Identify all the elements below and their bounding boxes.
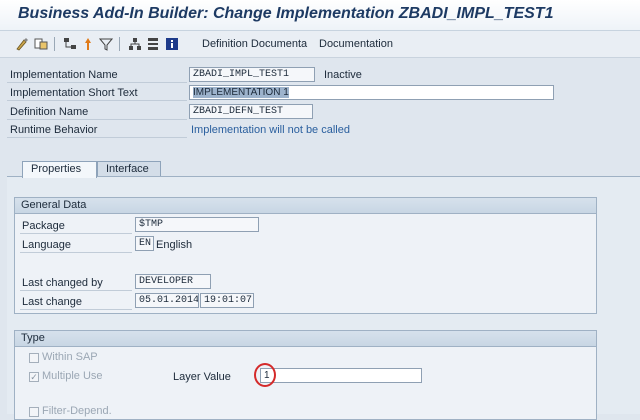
last-change-time-field: 19:01:07 [200,293,254,308]
window-title: Business Add-In Builder: Change Implemen… [18,5,554,22]
last-changed-by-label: Last changed by [22,277,103,289]
layer-value-input[interactable]: 1 [260,368,422,383]
implementation-status: Inactive [324,69,362,81]
row-divider [20,309,132,310]
hierarchy-icon[interactable] [62,36,78,52]
info-icon[interactable] [164,36,180,52]
language-code-field[interactable]: EN [135,236,154,251]
layer-value-label: Layer Value [173,371,231,383]
tab-interface[interactable]: Interface [97,161,161,177]
package-label: Package [22,220,65,232]
row-divider [7,137,187,138]
multiple-use-checkbox[interactable]: ✓ [29,372,39,382]
short-text-input[interactable]: IMPLEMENTATION 1 [189,85,554,100]
short-text-value: IMPLEMENTATION 1 [193,87,289,98]
row-divider [20,233,132,234]
row-divider [20,252,132,253]
runtime-behavior-value: Implementation will not be called [191,124,350,136]
definition-documentation-button[interactable]: Definition Documenta [202,38,307,50]
within-sap-label: Within SAP [42,351,98,363]
short-text-label: Implementation Short Text [10,87,138,99]
general-data-title: General Data [15,198,596,214]
filter-depend-checkbox[interactable] [29,407,39,417]
highlight-circle [254,363,276,387]
last-change-label: Last change [22,296,82,308]
package-field[interactable]: $TMP [135,217,259,232]
row-divider [7,82,187,83]
general-data-group: General Data [14,197,597,314]
multiple-use-label: Multiple Use [42,370,103,382]
structure-icon[interactable] [145,36,161,52]
row-divider [20,290,132,291]
language-name: English [156,239,193,251]
documentation-button[interactable]: Documentation [319,38,393,50]
runtime-behavior-label: Runtime Behavior [10,124,98,136]
tab-properties[interactable]: Properties [22,161,97,178]
display-change-icon[interactable] [14,36,30,52]
last-change-date-field: 05.01.2014 [135,293,199,308]
activate-icon[interactable] [80,36,96,52]
implementation-name-label: Implementation Name [10,69,118,81]
title-bar: Business Add-In Builder: Change Implemen… [0,0,640,31]
filter-depend-label: Filter-Depend. [42,405,112,417]
application-toolbar: Definition Documenta Documentation [0,31,640,58]
within-sap-checkbox[interactable] [29,353,39,363]
definition-name-label: Definition Name [10,106,89,118]
language-label: Language [22,239,71,251]
filter-icon[interactable] [98,36,114,52]
object-list-icon[interactable] [33,36,49,52]
row-divider [7,119,187,120]
row-divider [7,100,187,101]
toolbar-separator [119,37,120,51]
last-changed-by-field: DEVELOPER [135,274,211,289]
definition-name-field[interactable]: ZBADI_DEFN_TEST [189,104,313,119]
tree-icon[interactable] [127,36,143,52]
implementation-name-field: ZBADI_IMPL_TEST1 [189,67,315,82]
toolbar-separator [54,37,55,51]
type-group-title: Type [15,331,596,347]
